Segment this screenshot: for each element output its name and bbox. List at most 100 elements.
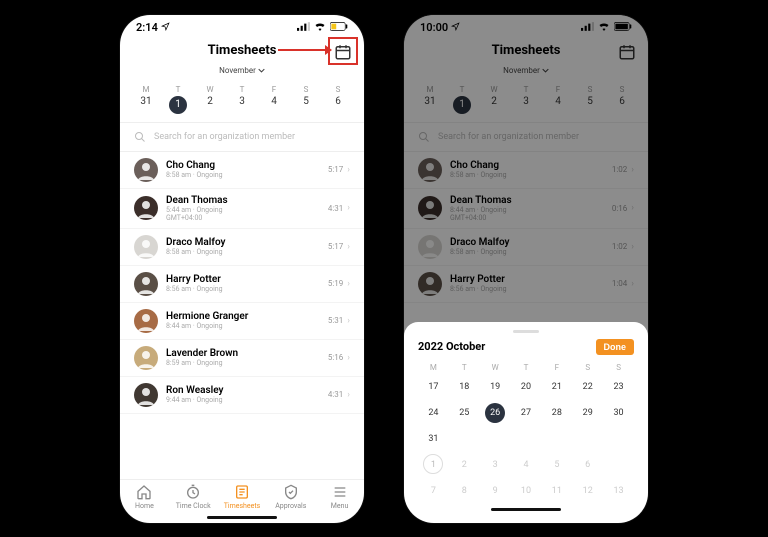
calendar-day (572, 428, 603, 450)
calendar-weekday: T (449, 363, 480, 372)
calendar-day[interactable]: 3 (480, 454, 511, 476)
avatar (134, 272, 158, 296)
member-sub: 8:58 am · Ongoing (166, 171, 320, 179)
calendar-weekday: T (511, 363, 542, 372)
tab-menu[interactable]: Menu (315, 484, 364, 510)
calendar-day[interactable]: 26 (480, 402, 511, 424)
tab-icon (185, 484, 201, 500)
calendar-grid: 1718192021222324252627282930311234567891… (418, 376, 634, 502)
member-row[interactable]: Dean Thomas5:44 am · OngoingGMT+04:004:3… (120, 189, 364, 229)
chevron-right-icon: › (347, 390, 350, 400)
week-day[interactable]: W2 (194, 85, 226, 114)
member-row[interactable]: Draco Malfoy8:58 am · Ongoing5:17› (120, 229, 364, 266)
signal-icon (297, 21, 310, 34)
calendar-day[interactable]: 1 (418, 454, 449, 476)
calendar-day[interactable]: 21 (541, 376, 572, 398)
calendar-day (603, 428, 634, 450)
week-day[interactable]: M31 (130, 85, 162, 114)
calendar-day (603, 454, 634, 476)
calendar-day[interactable]: 29 (572, 402, 603, 424)
member-row[interactable]: Lavender Brown8:59 am · Ongoing5:16› (120, 340, 364, 377)
calendar-day[interactable]: 25 (449, 402, 480, 424)
avatar (134, 383, 158, 407)
member-sub: 8:44 am · Ongoing (166, 322, 320, 330)
calendar-day[interactable]: 7 (418, 480, 449, 502)
member-name: Lavender Brown (166, 348, 320, 359)
tab-label: Menu (331, 502, 349, 510)
calendar-day[interactable]: 20 (511, 376, 542, 398)
calendar-weekdays: MTWTFSS (418, 363, 634, 372)
member-name: Hermione Granger (166, 311, 320, 322)
week-day[interactable]: T3 (226, 85, 258, 114)
chevron-right-icon: › (347, 279, 350, 289)
tab-home[interactable]: Home (120, 484, 169, 510)
calendar-day[interactable]: 8 (449, 480, 480, 502)
week-day[interactable]: S6 (322, 85, 354, 114)
search-placeholder: Search for an organization member (154, 132, 295, 142)
tab-approvals[interactable]: Approvals (266, 484, 315, 510)
status-bar: 2:14 (120, 15, 364, 41)
week-strip: M31T1W2T3F4S5S6 (120, 81, 364, 123)
calendar-day[interactable]: 31 (418, 428, 449, 450)
avatar (134, 158, 158, 182)
calendar-day[interactable]: 17 (418, 376, 449, 398)
calendar-day (541, 428, 572, 450)
calendar-day[interactable]: 30 (603, 402, 634, 424)
member-sub: 8:58 am · Ongoing (166, 248, 320, 256)
calendar-day[interactable]: 12 (572, 480, 603, 502)
calendar-weekday: S (603, 363, 634, 372)
tab-label: Approvals (275, 502, 306, 510)
member-row[interactable]: Harry Potter8:56 am · Ongoing5:19› (120, 266, 364, 303)
tab-label: Home (135, 502, 154, 510)
chevron-right-icon: › (347, 203, 350, 213)
member-row[interactable]: Cho Chang8:58 am · Ongoing5:17› (120, 152, 364, 189)
calendar-day[interactable]: 10 (511, 480, 542, 502)
week-day[interactable]: T1 (162, 85, 194, 114)
member-sub: 9:44 am · Ongoing (166, 396, 320, 404)
done-button[interactable]: Done (596, 339, 635, 355)
search-row[interactable]: Search for an organization member (120, 123, 364, 152)
calendar-weekday: W (480, 363, 511, 372)
calendar-day[interactable]: 22 (572, 376, 603, 398)
calendar-day[interactable]: 28 (541, 402, 572, 424)
member-row[interactable]: Ron Weasley9:44 am · Ongoing 4:31 › (120, 377, 364, 414)
avatar (134, 346, 158, 370)
calendar-day[interactable]: 4 (511, 454, 542, 476)
tab-timesheets[interactable]: Timesheets (218, 484, 267, 510)
member-row[interactable]: Hermione Granger8:44 am · Ongoing5:31› (120, 303, 364, 340)
calendar-day[interactable]: 11 (541, 480, 572, 502)
week-day[interactable]: S5 (290, 85, 322, 114)
calendar-day[interactable]: 19 (480, 376, 511, 398)
member-duration: 4:31 (328, 390, 343, 399)
calendar-day (449, 428, 480, 450)
calendar-weekday: M (418, 363, 449, 372)
tab-label: Timesheets (224, 502, 261, 510)
status-time: 2:14 (136, 21, 158, 34)
chevron-right-icon: › (347, 316, 350, 326)
month-selector[interactable]: November (219, 66, 265, 75)
calendar-day[interactable]: 23 (603, 376, 634, 398)
calendar-day[interactable]: 18 (449, 376, 480, 398)
member-name: Dean Thomas (166, 195, 320, 206)
calendar-day[interactable]: 6 (572, 454, 603, 476)
calendar-day[interactable]: 24 (418, 402, 449, 424)
member-name: Ron Weasley (166, 385, 320, 396)
calendar-day[interactable]: 9 (480, 480, 511, 502)
calendar-day[interactable]: 13 (603, 480, 634, 502)
calendar-day (511, 428, 542, 450)
home-indicator (491, 508, 561, 511)
calendar-day[interactable]: 27 (511, 402, 542, 424)
tab-label: Time Clock (176, 502, 211, 510)
tab-icon (283, 484, 299, 500)
avatar (134, 235, 158, 259)
sheet-handle[interactable] (513, 330, 539, 333)
member-duration: 5:17 (328, 165, 343, 174)
chevron-right-icon: › (347, 353, 350, 363)
member-list: Cho Chang8:58 am · Ongoing5:17›Dean Thom… (120, 152, 364, 479)
member-duration: 4:31 (328, 204, 343, 213)
calendar-day[interactable]: 5 (541, 454, 572, 476)
calendar-button[interactable] (334, 43, 352, 61)
week-day[interactable]: F4 (258, 85, 290, 114)
calendar-day[interactable]: 2 (449, 454, 480, 476)
tab-time-clock[interactable]: Time Clock (169, 484, 218, 510)
